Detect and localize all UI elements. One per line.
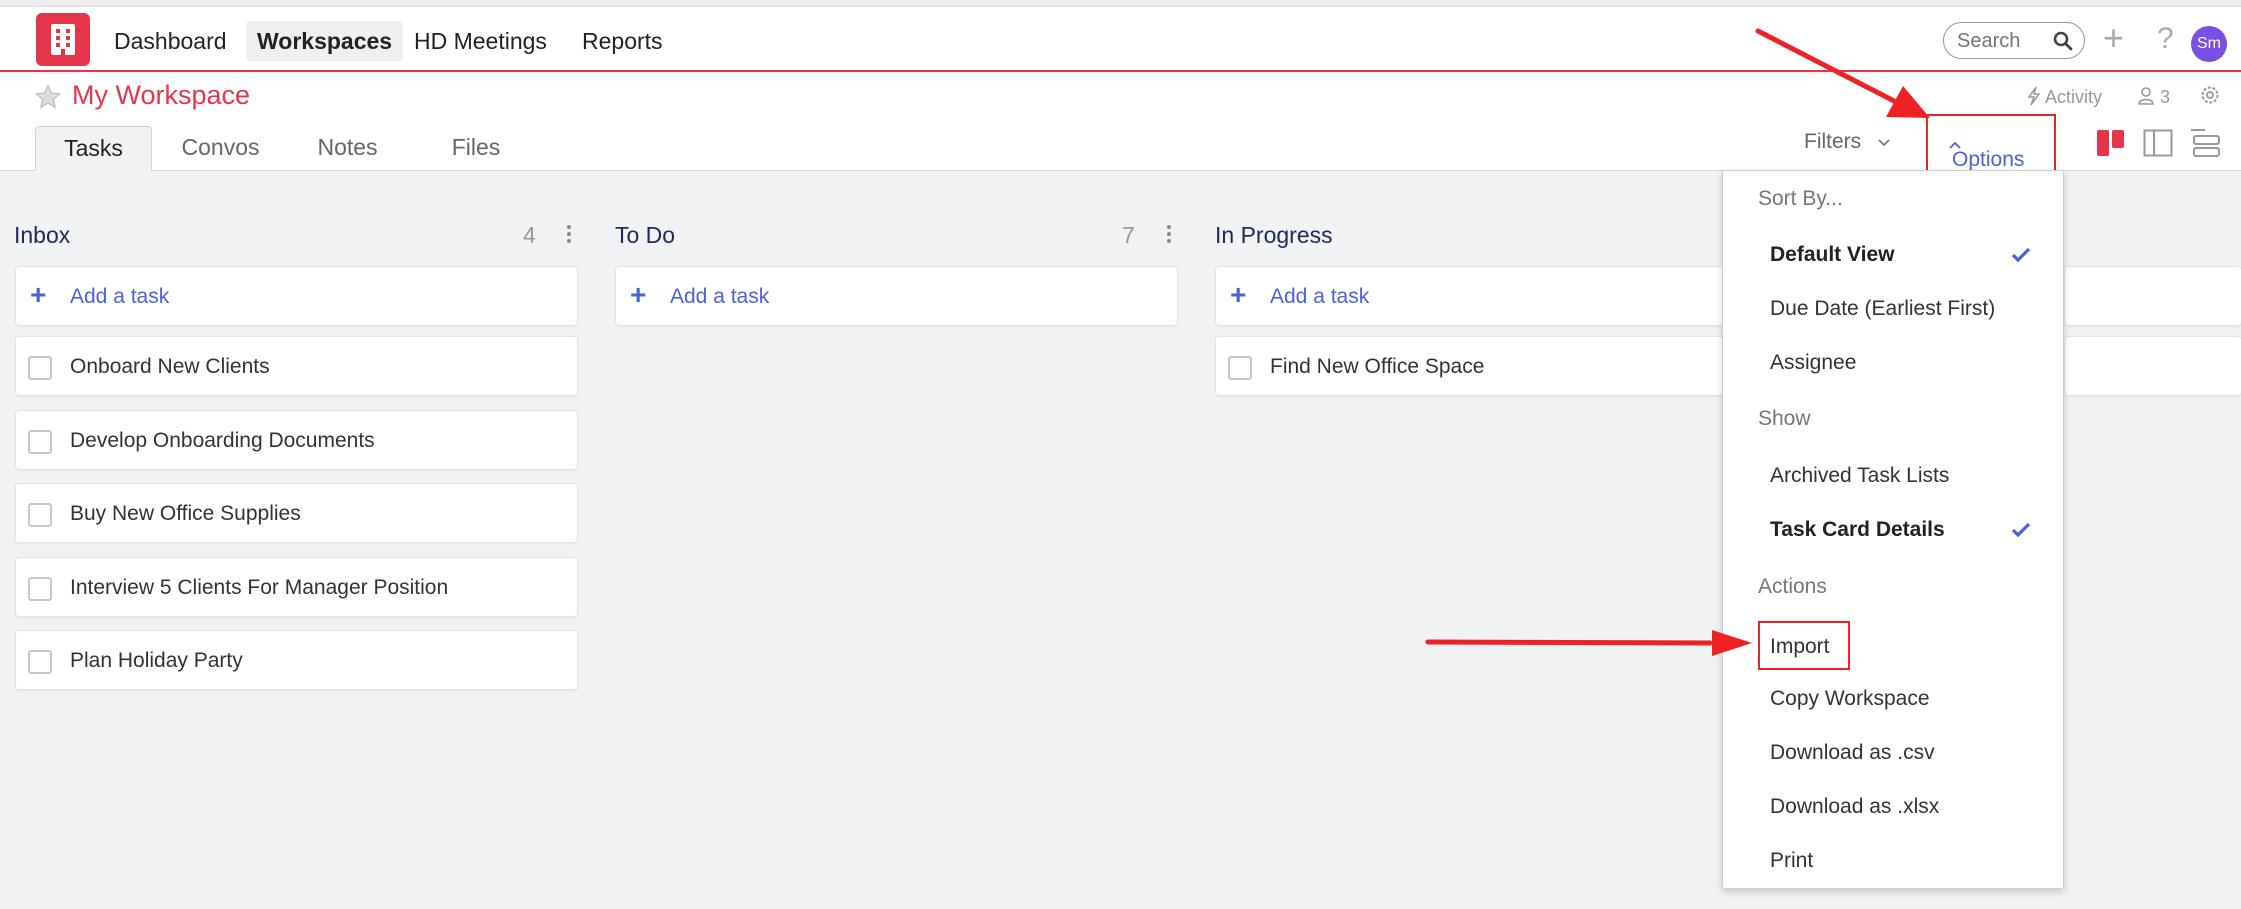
sort-header: Sort By... xyxy=(1758,187,1843,210)
page-title[interactable]: My Workspace xyxy=(72,80,250,111)
task-checkbox[interactable] xyxy=(28,430,52,454)
plus-icon: + xyxy=(30,279,47,310)
column-count-todo: 7 xyxy=(1122,222,1135,248)
search-box[interactable] xyxy=(1943,22,2085,59)
task-label: Interview 5 Clients For Manager Position xyxy=(70,576,449,599)
task-checkbox[interactable] xyxy=(28,650,52,674)
filters-label: Filters xyxy=(1804,130,1862,153)
add-task-inbox[interactable]: + Add a task xyxy=(15,266,578,326)
menu-item-copy-workspace[interactable]: Copy Workspace xyxy=(1770,687,1930,711)
app-logo-icon[interactable] xyxy=(36,13,90,66)
task-label: Onboard New Clients xyxy=(70,355,270,378)
star-icon[interactable] xyxy=(34,83,62,111)
nav-dashboard[interactable]: Dashboard xyxy=(103,21,238,61)
column-menu-icon[interactable] xyxy=(1165,222,1173,246)
top-navigation: Dashboard Workspaces HD Meetings Reports… xyxy=(0,7,2241,72)
task-card[interactable]: Onboard New Clients xyxy=(15,336,578,396)
activity-button[interactable]: Activity xyxy=(2027,86,2102,108)
task-label: Plan Holiday Party xyxy=(70,649,243,672)
checkmark-icon xyxy=(2011,522,2031,538)
nav-workspaces[interactable]: Workspaces xyxy=(246,21,404,61)
user-icon xyxy=(2138,87,2154,105)
task-label: Develop Onboarding Documents xyxy=(70,429,375,452)
column-count-inbox: 4 xyxy=(523,222,536,248)
add-task-label: Add a task xyxy=(1270,285,1370,308)
menu-item-task-card-details[interactable]: Task Card Details xyxy=(1770,518,1945,542)
menu-item-import[interactable]: Import xyxy=(1758,621,1850,670)
menu-item-archived-task-lists[interactable]: Archived Task Lists xyxy=(1770,464,1949,488)
column-title-todo[interactable]: To Do xyxy=(615,222,675,249)
task-card[interactable]: Buy New Office Supplies xyxy=(15,483,578,543)
task-card[interactable]: Interview 5 Clients For Manager Position xyxy=(15,557,578,617)
member-count: 3 xyxy=(2160,87,2171,107)
options-label: Options xyxy=(1952,148,2025,171)
lightning-icon xyxy=(2027,86,2041,106)
help-icon[interactable]: ? xyxy=(2157,21,2174,57)
task-checkbox[interactable] xyxy=(28,503,52,527)
show-header: Show xyxy=(1758,407,1811,430)
task-label: Buy New Office Supplies xyxy=(70,502,301,525)
search-icon xyxy=(2053,31,2073,51)
avatar[interactable]: Sm xyxy=(2191,26,2227,62)
add-task-todo[interactable]: + Add a task xyxy=(615,266,1178,326)
tab-files[interactable]: Files xyxy=(426,126,526,171)
tab-convos[interactable]: Convos xyxy=(168,126,273,171)
task-checkbox[interactable] xyxy=(1228,356,1252,380)
browser-top-strip xyxy=(0,0,2241,7)
filters-dropdown[interactable]: Filters xyxy=(1804,130,1891,154)
task-checkbox[interactable] xyxy=(28,577,52,601)
checkmark-icon xyxy=(2011,247,2031,263)
plus-icon: + xyxy=(630,279,647,310)
import-label: Import xyxy=(1770,635,1830,658)
plus-icon: + xyxy=(1230,279,1247,310)
search-input[interactable] xyxy=(1957,27,2052,55)
split-view-icon[interactable] xyxy=(2143,129,2173,157)
column-menu-icon[interactable] xyxy=(565,222,573,246)
timeline-view-icon[interactable] xyxy=(2190,129,2220,157)
menu-item-default-view[interactable]: Default View xyxy=(1770,243,1894,267)
task-checkbox[interactable] xyxy=(28,356,52,380)
gear-icon[interactable] xyxy=(2199,84,2221,106)
menu-item-due-date[interactable]: Due Date (Earliest First) xyxy=(1770,297,1995,321)
menu-item-download-xlsx[interactable]: Download as .xlsx xyxy=(1770,795,1939,819)
column-card-partial[interactable] xyxy=(2064,266,2241,326)
task-card[interactable]: Develop Onboarding Documents xyxy=(15,410,578,470)
board-view-icon[interactable] xyxy=(2096,129,2126,157)
members-button[interactable]: 3 xyxy=(2137,86,2170,108)
add-task-label: Add a task xyxy=(70,285,170,308)
menu-item-assignee[interactable]: Assignee xyxy=(1770,351,1856,375)
column-title-in-progress[interactable]: In Progress xyxy=(1215,222,1333,249)
task-card[interactable]: Find New Office Space xyxy=(1215,336,1778,396)
add-task-label: Add a task xyxy=(670,285,770,308)
add-task-in-progress[interactable]: + Add a task xyxy=(1215,266,1778,326)
tab-tasks[interactable]: Tasks xyxy=(35,126,152,171)
actions-header: Actions xyxy=(1758,575,1827,598)
annotation-arrow-import xyxy=(1425,639,1713,646)
nav-reports[interactable]: Reports xyxy=(571,21,674,61)
workspace-header: My Workspace Tasks Convos Notes Files Ac… xyxy=(0,74,2241,180)
task-label: Find New Office Space xyxy=(1270,355,1485,378)
menu-item-download-csv[interactable]: Download as .csv xyxy=(1770,741,1935,765)
add-icon[interactable]: + xyxy=(2103,20,2124,56)
chevron-down-icon xyxy=(1878,139,1890,147)
column-title-inbox[interactable]: Inbox xyxy=(14,222,70,249)
tab-notes[interactable]: Notes xyxy=(300,126,395,171)
menu-item-print[interactable]: Print xyxy=(1770,849,1813,873)
activity-label: Activity xyxy=(2045,87,2103,107)
options-menu: Sort By... Default View Due Date (Earlie… xyxy=(1722,170,2064,889)
column-card-partial[interactable] xyxy=(2064,336,2241,396)
task-card[interactable]: Plan Holiday Party xyxy=(15,630,578,690)
nav-hd-meetings[interactable]: HD Meetings xyxy=(403,21,558,61)
